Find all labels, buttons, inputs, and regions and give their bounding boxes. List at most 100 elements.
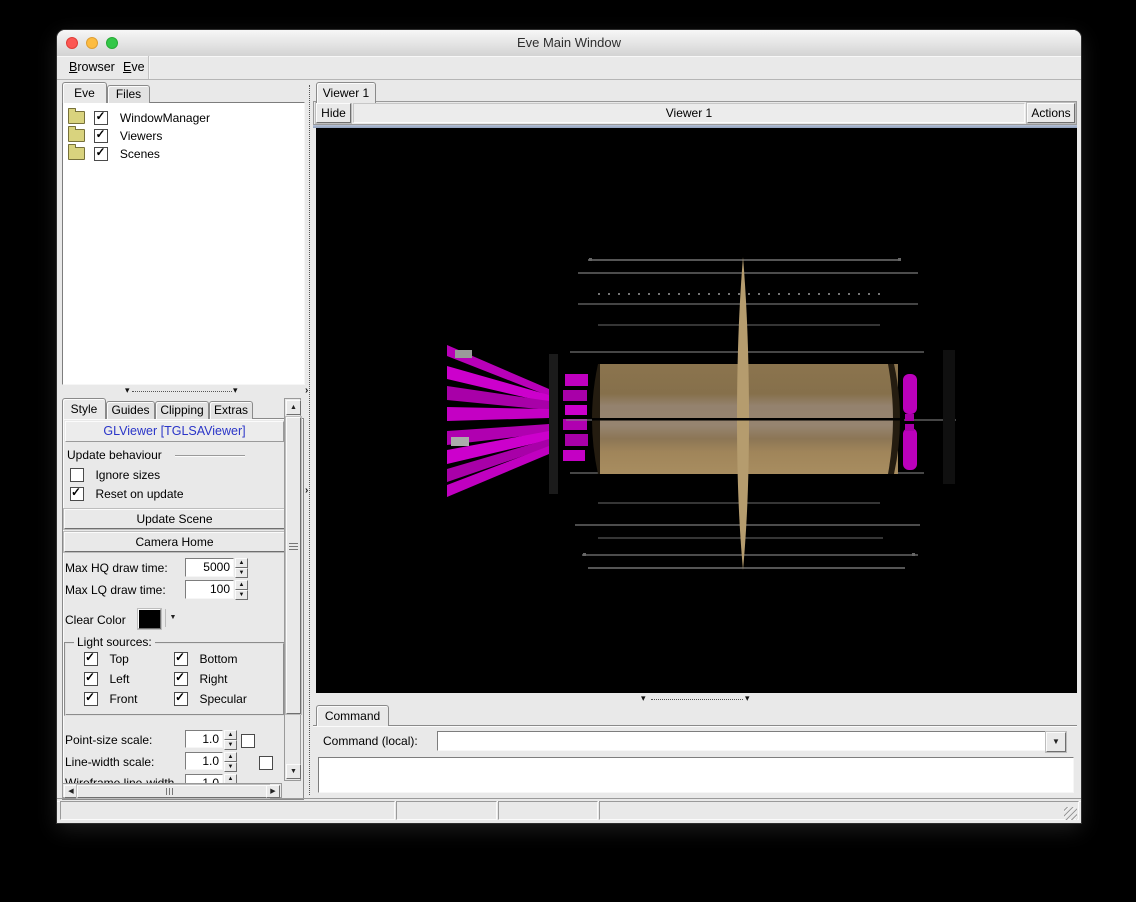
max-hq-field[interactable]: 5000 xyxy=(185,558,234,577)
light-top-checkbox[interactable] xyxy=(84,650,98,666)
splitter-arrow-icon[interactable]: ▾ xyxy=(233,386,238,395)
spin-up-icon[interactable]: ▲ xyxy=(235,580,248,590)
resize-grip[interactable] xyxy=(1064,807,1077,820)
update-scene-button[interactable]: Update Scene xyxy=(64,509,285,529)
tab-files[interactable]: Files xyxy=(107,85,150,103)
point-size-checkbox[interactable] xyxy=(241,733,255,748)
thumb-grip xyxy=(166,788,175,795)
light-right-label: Right xyxy=(199,671,228,686)
status-section-3 xyxy=(498,801,598,820)
splitter-arrow-icon[interactable]: ▾ xyxy=(745,694,750,703)
line-width-spinner[interactable]: ▲ ▼ xyxy=(224,752,237,772)
camera-home-button[interactable]: Camera Home xyxy=(64,532,285,552)
max-lq-field[interactable]: 100 xyxy=(185,580,234,599)
light-right-checkbox[interactable] xyxy=(174,670,188,686)
spin-down-icon[interactable]: ▼ xyxy=(224,762,237,772)
splitter-arrow-icon[interactable]: ▾ xyxy=(125,386,130,395)
scrollbar-thumb[interactable] xyxy=(286,417,301,714)
tab-style[interactable]: Style xyxy=(62,398,106,419)
command-label: Command (local): xyxy=(323,734,418,748)
light-left-checkbox[interactable] xyxy=(84,670,98,686)
scrollbar-thumb[interactable] xyxy=(77,785,269,798)
tab-command[interactable]: Command xyxy=(316,705,389,726)
point-size-field[interactable]: 1.0 xyxy=(185,730,223,748)
folder-icon xyxy=(68,108,85,125)
point-size-spinner[interactable]: ▲ ▼ xyxy=(224,730,237,750)
clear-color-label: Clear Color xyxy=(65,613,126,627)
tab-clipping[interactable]: Clipping xyxy=(155,401,209,419)
tree-item-label[interactable]: Scenes xyxy=(120,147,160,161)
ignore-sizes-row: Ignore sizes xyxy=(70,466,160,484)
reset-on-update-row: Reset on update xyxy=(70,485,184,503)
command-output xyxy=(318,757,1074,793)
desktop: { "window": { "title": "Eve Main Window"… xyxy=(0,0,1136,902)
viewer-command-splitter[interactable] xyxy=(651,699,743,700)
max-hq-spinner[interactable]: ▲ ▼ xyxy=(235,558,248,578)
splitter-arrow-icon[interactable]: › xyxy=(305,485,308,496)
tree-item-label[interactable]: WindowManager xyxy=(120,111,210,125)
line-width-field[interactable]: 1.0 xyxy=(185,752,223,770)
tree-editor-splitter[interactable] xyxy=(132,391,232,392)
tab-viewer-1[interactable]: Viewer 1 xyxy=(316,82,376,103)
light-front-row: Front xyxy=(84,690,137,708)
hide-button[interactable]: Hide xyxy=(316,103,351,123)
spin-up-icon[interactable]: ▲ xyxy=(224,752,237,762)
editor-horizontal-scrollbar[interactable]: ◀ ▶ xyxy=(62,783,282,798)
command-combobox[interactable]: ▼ xyxy=(437,731,1066,752)
ignore-sizes-checkbox[interactable] xyxy=(70,467,84,482)
light-specular-checkbox[interactable] xyxy=(174,690,188,706)
tab-guides[interactable]: Guides xyxy=(106,401,155,419)
spin-down-icon[interactable]: ▼ xyxy=(235,590,248,600)
tree-item[interactable]: WindowManager xyxy=(68,108,304,127)
tree-item-label[interactable]: Viewers xyxy=(120,129,162,143)
actions-button[interactable]: Actions xyxy=(1027,103,1075,123)
max-lq-spinner[interactable]: ▲ ▼ xyxy=(235,580,248,600)
spin-up-icon[interactable]: ▲ xyxy=(235,558,248,568)
max-lq-label: Max LQ draw time: xyxy=(65,583,166,597)
scroll-down-icon[interactable]: ▼ xyxy=(286,764,301,779)
viewer-title: Viewer 1 xyxy=(353,103,1025,123)
splitter-arrow-icon[interactable]: › xyxy=(305,385,308,396)
tab-extras[interactable]: Extras xyxy=(209,401,253,419)
menubar: Browser Eve xyxy=(57,56,1081,80)
titlebar[interactable]: Eve Main Window xyxy=(57,30,1081,57)
combo-dropdown-icon[interactable]: ▼ xyxy=(1046,732,1066,752)
thumb-grip xyxy=(289,543,298,551)
editor-vertical-scrollbar[interactable]: ▲ ▼ xyxy=(284,398,301,781)
scroll-left-icon[interactable]: ◀ xyxy=(64,785,78,798)
tree-item-checkbox[interactable] xyxy=(94,109,109,125)
light-bottom-row: Bottom xyxy=(174,650,237,668)
light-front-checkbox[interactable] xyxy=(84,690,98,706)
line-width-checkbox[interactable] xyxy=(259,755,274,770)
spin-up-icon[interactable]: ▲ xyxy=(224,730,237,740)
scroll-up-icon[interactable]: ▲ xyxy=(286,400,301,415)
tree-item-checkbox[interactable] xyxy=(94,145,109,161)
splitter-arrow-icon[interactable]: ▾ xyxy=(641,694,646,703)
tree-item[interactable]: Viewers xyxy=(68,126,304,145)
status-section-4 xyxy=(599,801,1079,820)
tab-eve[interactable]: Eve xyxy=(62,82,107,103)
light-top-row: Top xyxy=(84,650,129,668)
spin-down-icon[interactable]: ▼ xyxy=(235,568,248,578)
status-section-1 xyxy=(60,801,395,820)
tree-item-checkbox[interactable] xyxy=(94,127,109,143)
etched-line xyxy=(175,455,245,457)
tree-item[interactable]: Scenes xyxy=(68,144,304,163)
panel-splitter[interactable] xyxy=(309,85,310,795)
scroll-right-icon[interactable]: ▶ xyxy=(266,785,280,798)
light-front-label: Front xyxy=(109,691,138,706)
light-specular-label: Specular xyxy=(199,691,247,706)
light-bottom-checkbox[interactable] xyxy=(174,650,188,666)
glviewer-link[interactable]: GLViewer [TGLSAViewer] xyxy=(65,421,284,442)
reset-on-update-checkbox[interactable] xyxy=(70,485,84,501)
light-top-label: Top xyxy=(109,651,129,666)
clear-color-swatch[interactable] xyxy=(138,609,161,629)
spin-down-icon[interactable]: ▼ xyxy=(224,740,237,750)
ignore-sizes-label: Ignore sizes xyxy=(95,467,161,482)
light-left-label: Left xyxy=(109,671,130,686)
clear-color-dropdown[interactable]: ▼ xyxy=(165,609,180,627)
gl-viewport[interactable] xyxy=(316,128,1077,693)
window-title: Eve Main Window xyxy=(516,35,622,50)
folder-icon xyxy=(68,126,85,143)
command-input[interactable] xyxy=(437,731,1046,751)
